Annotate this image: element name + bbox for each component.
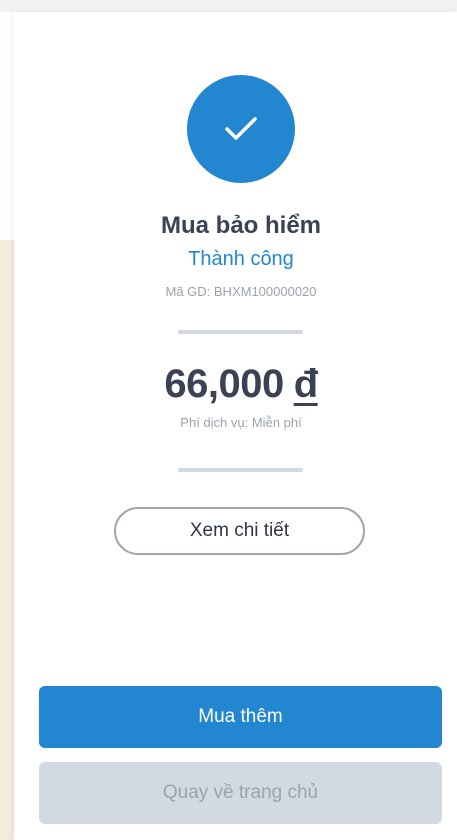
background-top — [0, 0, 457, 12]
view-details-button[interactable]: Xem chi tiết — [114, 507, 365, 555]
divider — [178, 468, 303, 472]
amount-display: 66,000 đ — [0, 362, 457, 407]
buy-more-button[interactable]: Mua thêm — [39, 686, 442, 748]
page-title: Mua bảo hiểm — [160, 212, 322, 239]
transaction-id: Mã GD: BHXM100000020 — [165, 284, 317, 299]
background-strip — [0, 240, 14, 840]
divider — [178, 330, 303, 334]
currency-symbol: đ — [293, 362, 318, 406]
amount-value: 66,000 — [164, 362, 284, 406]
success-checkmark-icon — [187, 75, 295, 183]
status-text: Thành công — [188, 248, 294, 270]
back-to-home-button[interactable]: Quay về trang chủ — [39, 762, 442, 824]
service-fee-text: Phí dịch vụ: Miễn phí — [180, 415, 302, 430]
checkmark-icon — [225, 117, 257, 140]
